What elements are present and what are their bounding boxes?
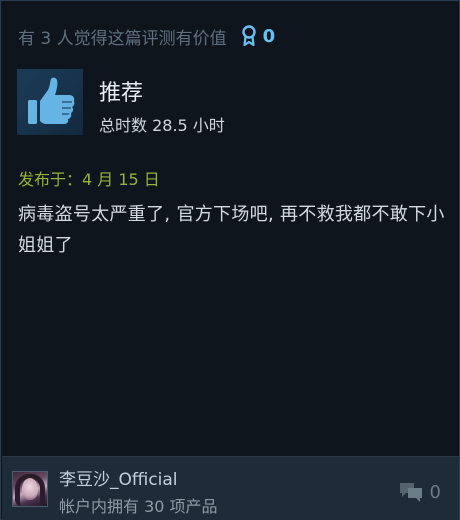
comment-count: 0	[429, 481, 441, 503]
owned-products: 帐户内拥有 30 项产品	[59, 497, 218, 516]
posted-date: 发布于：4 月 15 日	[18, 170, 160, 189]
author-footer: 李豆沙_Official 帐户内拥有 30 项产品 0	[2, 456, 459, 520]
review-card: 有 3 人觉得这篇评测有价值 0 推荐 总时数 28.5 小时 发布于：4 月 …	[0, 0, 460, 520]
author-name[interactable]: 李豆沙_Official	[59, 469, 178, 491]
comment-bubble-icon	[399, 483, 422, 502]
review-body: 病毒盗号太严重了, 官方下场吧, 再不救我都不敢下小姐姐了	[18, 204, 445, 256]
comments-button[interactable]: 0	[398, 481, 441, 503]
avatar[interactable]	[12, 471, 48, 507]
playtime-hours: 总时数 28.5 小时	[99, 116, 225, 135]
helpful-row: 有 3 人觉得这篇评测有价值 0	[18, 23, 275, 49]
verdict-title: 推荐	[99, 81, 144, 106]
helpful-count-text: 有 3 人觉得这篇评测有价值	[18, 28, 227, 49]
award-ribbon-icon	[241, 25, 256, 47]
award-button[interactable]: 0	[241, 25, 276, 47]
award-count: 0	[262, 25, 276, 47]
verdict-thumb[interactable]	[17, 69, 83, 135]
thumbs-up-icon	[28, 77, 75, 124]
